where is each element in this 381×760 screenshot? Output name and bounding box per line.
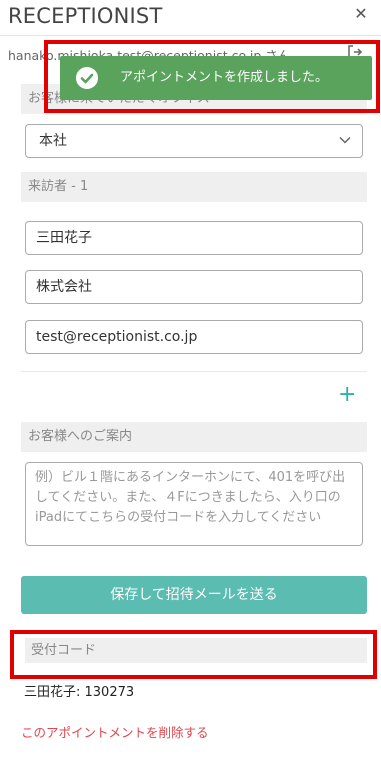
check-circle-icon xyxy=(76,67,98,89)
visitor-company-input[interactable]: 株式会社 xyxy=(25,270,363,304)
guidance-section-header: お客様へのご案内 xyxy=(21,422,367,452)
office-select-value: 本社 xyxy=(39,133,67,149)
divider xyxy=(21,371,367,372)
reception-code-value: 三田花子: 130273 xyxy=(24,685,135,700)
guidance-textarea[interactable]: 例）ビル１階にあるインターホンにて、401を呼び出してください。また、４Fにつき… xyxy=(25,462,363,546)
visitor-name-input[interactable]: 三田花子 xyxy=(25,221,363,255)
app-header: RECEPTIONIST ✕ xyxy=(0,0,381,36)
app-title: RECEPTIONIST xyxy=(8,4,163,28)
visitor-email-input[interactable]: test@receptionist.co.jp xyxy=(25,320,363,354)
success-toast: アポイントメントを作成しました。 xyxy=(60,56,372,100)
reception-code-header: 受付コード xyxy=(25,638,367,663)
visitor-section-header: 来訪者 - 1 xyxy=(21,172,367,202)
toast-message: アポイントメントを作成しました。 xyxy=(120,70,329,85)
delete-appointment-link[interactable]: このアポイントメントを削除する xyxy=(21,722,209,741)
reception-code-highlight: 受付コード 三田花子: 130273 xyxy=(10,630,377,700)
toast-highlight: アポイントメントを作成しました。 xyxy=(44,40,380,113)
close-icon[interactable]: ✕ xyxy=(353,6,369,22)
office-select[interactable]: 本社 xyxy=(25,124,363,158)
save-and-send-button[interactable]: 保存して招待メールを送る xyxy=(21,576,367,614)
add-visitor-plus-icon[interactable]: + xyxy=(338,384,356,406)
chevron-down-icon xyxy=(339,136,351,144)
